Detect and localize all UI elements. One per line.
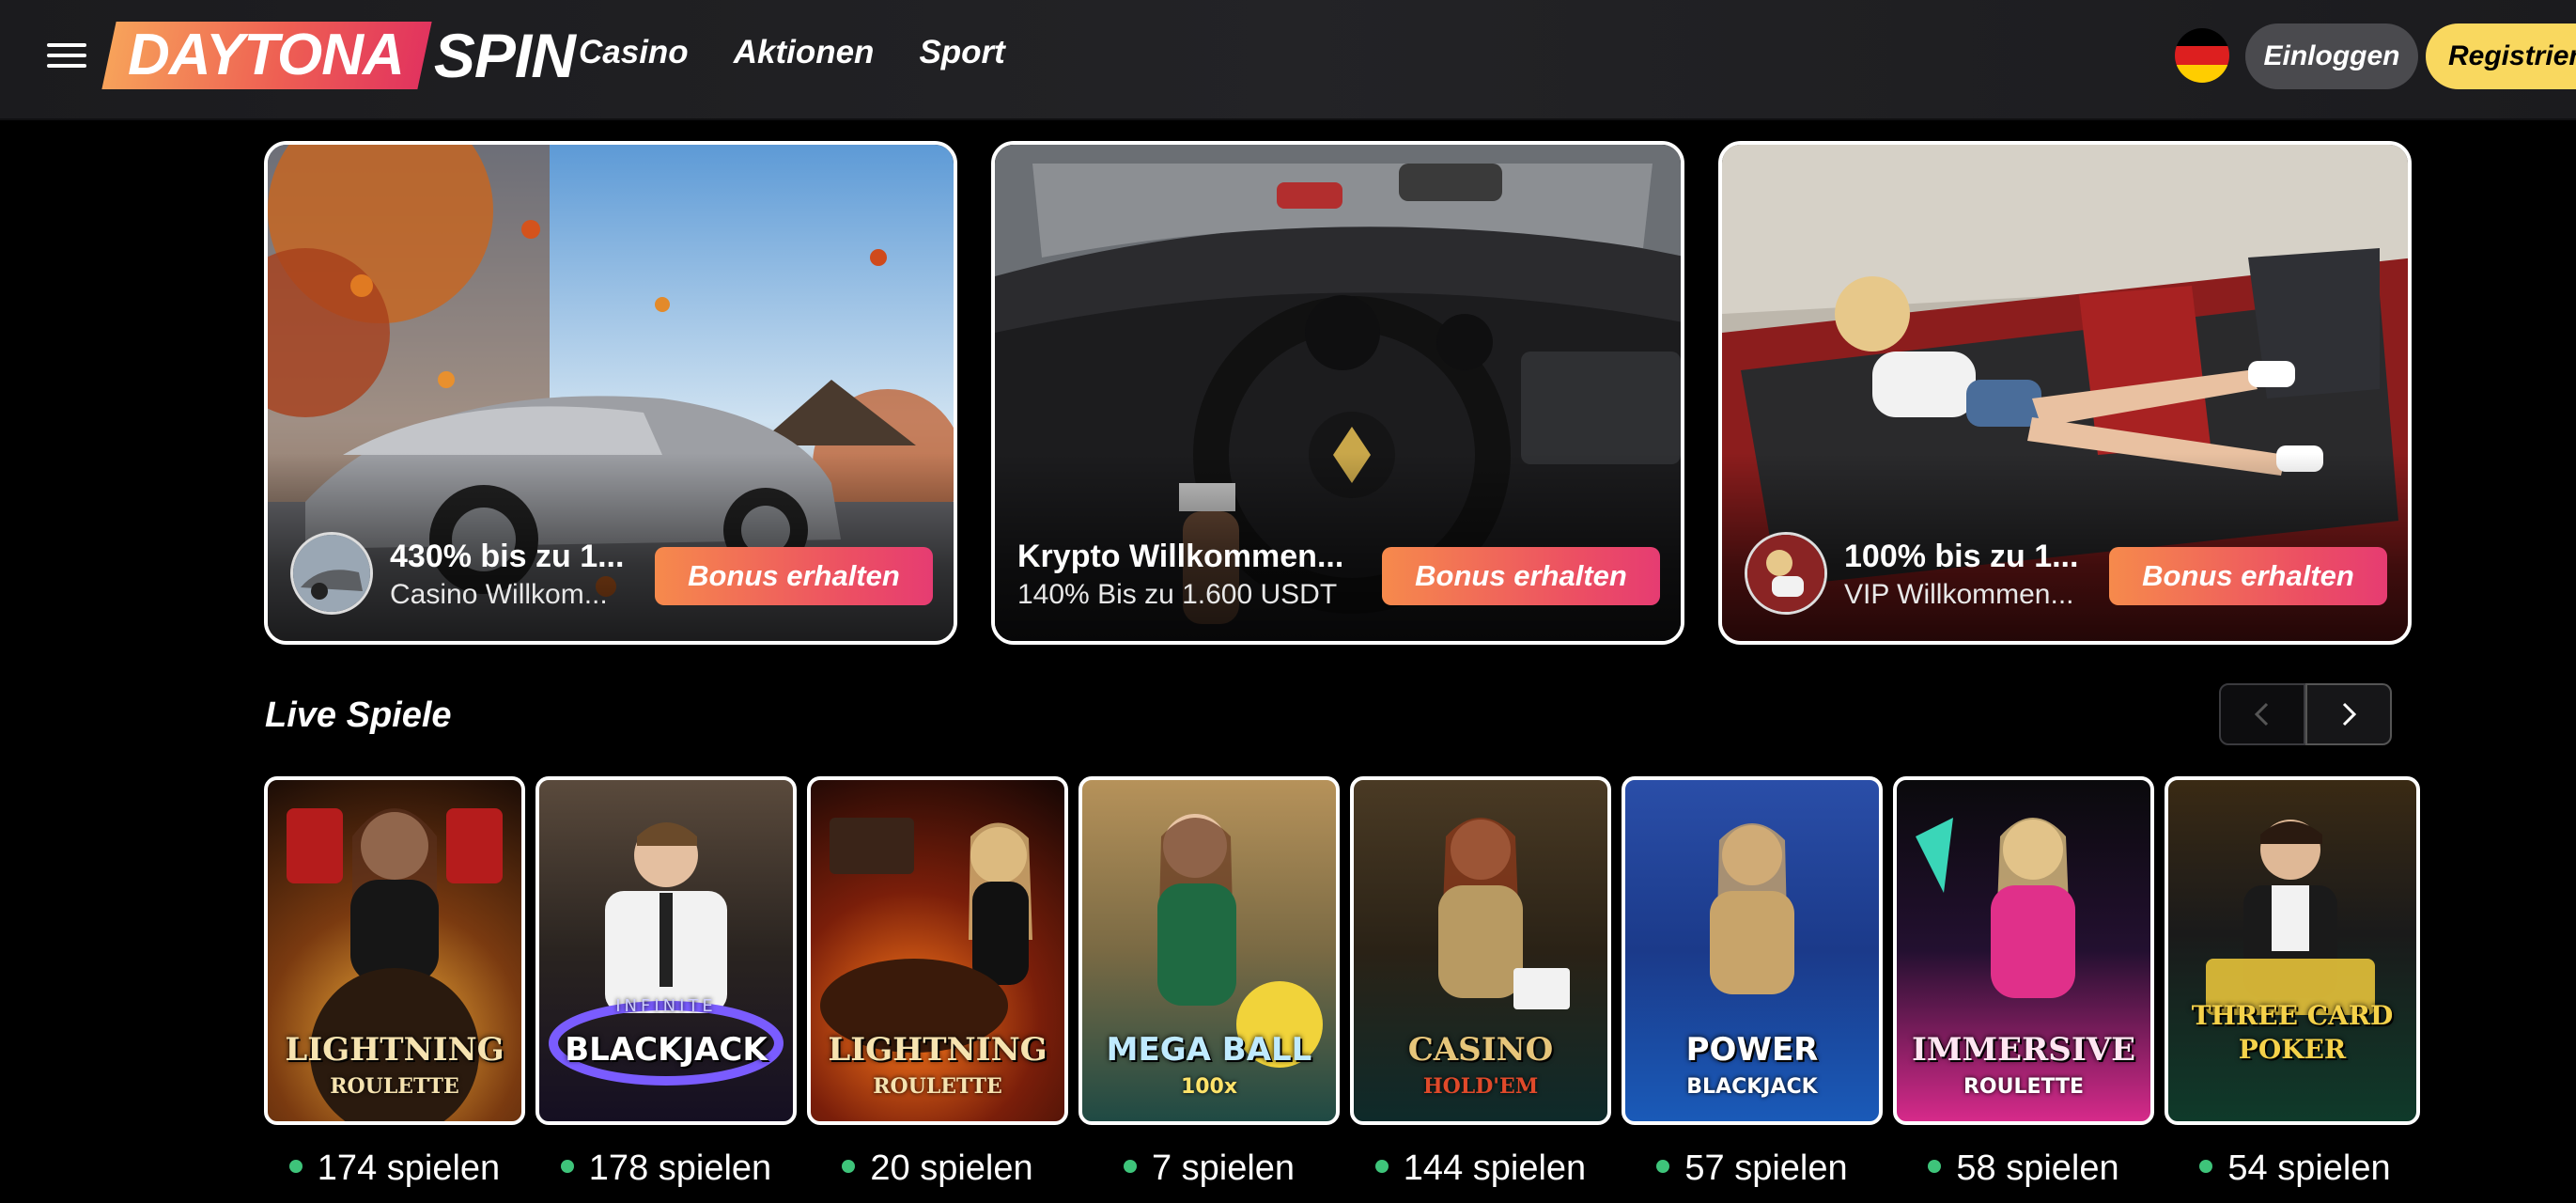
game-tile-three-card-poker[interactable]: THREE CARD POKER	[2165, 776, 2420, 1125]
online-dot-icon	[1123, 1159, 1137, 1173]
player-count: 58 spielen	[1893, 1148, 2154, 1189]
hamburger-menu-icon[interactable]	[47, 39, 86, 71]
site-logo[interactable]: DAYTONA SPIN	[101, 21, 576, 90]
dealer-image	[287, 808, 503, 1121]
game-tile-mega-ball[interactable]: MEGA BALL 100x	[1079, 776, 1340, 1125]
game-tile-lightning-roulette[interactable]: LIGHTNING ROULETTE	[264, 776, 525, 1125]
game-subtitle: ROULETTE	[873, 1074, 1002, 1099]
section-title-live-games: Live Spiele	[265, 695, 452, 735]
game-tile-xxxtreme-lightning-roulette[interactable]: LIGHTNING ROULETTE	[807, 776, 1068, 1125]
game-title: POWER	[1685, 1031, 1819, 1069]
game-title: LIGHTNING	[828, 1031, 1047, 1069]
promo-card-crypto[interactable]: Krypto Willkommen... 140% Bis zu 1.600 U…	[991, 141, 1684, 645]
germany-flag-icon[interactable]	[2175, 28, 2229, 83]
game-title: BLACKJACK	[565, 1031, 768, 1069]
game-subtitle: HOLD'EM	[1422, 1074, 1539, 1099]
game-title: IMMERSIVE	[1911, 1031, 2136, 1069]
login-button[interactable]: Einloggen	[2245, 23, 2418, 89]
online-dot-icon	[1656, 1159, 1670, 1173]
online-dot-icon	[842, 1159, 856, 1173]
game-subtitle: INFINITE	[615, 996, 717, 1016]
carousel-prev-button[interactable]	[2219, 683, 2305, 745]
dealer-image	[820, 818, 1032, 1053]
logo-text-daytona: DAYTONA	[128, 23, 404, 87]
game-title: THREE CARD POKER	[2191, 1000, 2394, 1065]
dealer-image	[549, 822, 784, 1086]
player-count: 20 spielen	[807, 1148, 1068, 1189]
game-tile-infinite-blackjack[interactable]: BLACKJACK INFINITE	[535, 776, 797, 1125]
player-count: 7 spielen	[1079, 1148, 1340, 1189]
top-header: DAYTONA SPIN Casino Aktionen Sport Einlo…	[0, 0, 2576, 118]
promo-title: 430% bis zu 1...	[390, 539, 625, 574]
online-dot-icon	[560, 1159, 574, 1173]
game-title: CASINO	[1407, 1031, 1554, 1069]
main-nav: Casino Aktionen Sport	[579, 34, 1005, 71]
chevron-right-icon	[2342, 702, 2357, 726]
game-subtitle: 100x	[1180, 1075, 1238, 1099]
player-count: 174 spielen	[264, 1148, 525, 1189]
promo-avatar	[290, 532, 373, 615]
player-count: 54 spielen	[2165, 1148, 2426, 1189]
dealer-image	[1157, 814, 1323, 1068]
game-tile-casino-holdem[interactable]: CASINO HOLD'EM	[1350, 776, 1611, 1125]
logo-badge: DAYTONA	[101, 22, 432, 89]
player-count: 57 spielen	[1622, 1148, 1883, 1189]
promo-card-casino[interactable]: 430% bis zu 1... Casino Willkom... Bonus…	[264, 141, 957, 645]
game-title: MEGA BALL	[1106, 1031, 1312, 1069]
online-dot-icon	[2199, 1159, 2213, 1173]
dealer-image	[2206, 820, 2375, 1015]
nav-casino[interactable]: Casino	[579, 34, 689, 71]
game-subtitle: ROULETTE	[1963, 1075, 2085, 1099]
player-count: 178 spielen	[535, 1148, 797, 1189]
promo-title: Krypto Willkommen...	[1017, 539, 1344, 574]
chevron-left-icon	[2254, 702, 2269, 726]
promo-subtitle: 140% Bis zu 1.600 USDT	[1017, 579, 1338, 610]
promo-subtitle: VIP Willkommen...	[1844, 579, 2074, 610]
bonus-button[interactable]: Bonus erhalten	[1382, 547, 1660, 605]
game-title: LIGHTNING	[285, 1031, 504, 1069]
online-dot-icon	[288, 1159, 303, 1173]
game-subtitle: ROULETTE	[330, 1074, 459, 1099]
game-tile-immersive-roulette[interactable]: IMMERSIVE ROULETTE	[1893, 776, 2154, 1125]
nav-sport[interactable]: Sport	[919, 34, 1004, 71]
online-dot-icon	[1374, 1159, 1389, 1173]
register-button[interactable]: Registriere	[2426, 23, 2576, 89]
bonus-button[interactable]: Bonus erhalten	[655, 547, 933, 605]
player-count: 144 spielen	[1350, 1148, 1611, 1189]
dealer-image	[1916, 818, 2075, 998]
carousel-next-button[interactable]	[2305, 683, 2392, 745]
dealer-image	[1710, 823, 1794, 994]
logo-text-spin: SPIN	[433, 21, 576, 90]
promo-subtitle: Casino Willkom...	[390, 579, 608, 610]
promo-card-vip[interactable]: 100% bis zu 1... VIP Willkommen... Bonus…	[1718, 141, 2412, 645]
nav-aktionen[interactable]: Aktionen	[734, 34, 875, 71]
game-tile-power-blackjack[interactable]: POWER BLACKJACK	[1622, 776, 1883, 1125]
dealer-image	[1438, 818, 1570, 1009]
game-subtitle: BLACKJACK	[1686, 1075, 1818, 1099]
promo-title: 100% bis zu 1...	[1844, 539, 2079, 574]
promo-avatar	[1745, 532, 1827, 615]
online-dot-icon	[1928, 1159, 1942, 1173]
bonus-button[interactable]: Bonus erhalten	[2109, 547, 2387, 605]
